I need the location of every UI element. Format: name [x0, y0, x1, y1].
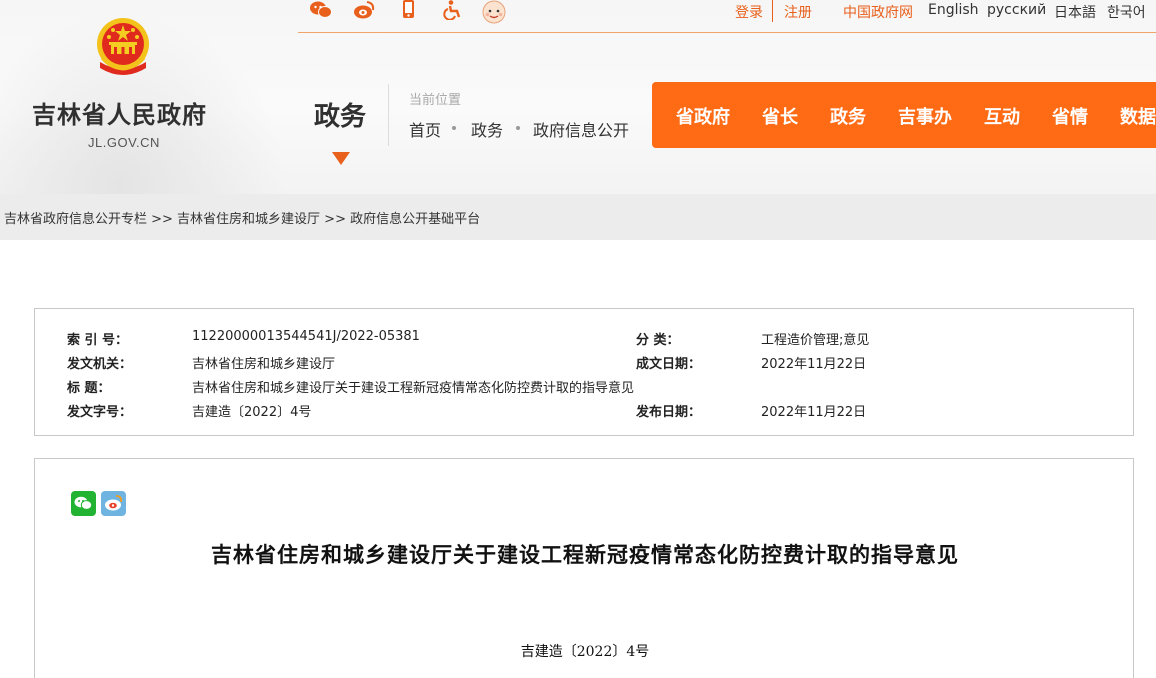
- breadcrumb-home[interactable]: 首页: [409, 117, 441, 141]
- article-title: 吉林省住房和城乡建设厅关于建设工程新冠疫情常态化防控费计取的指导意见: [211, 542, 959, 567]
- national-emblem-icon: [97, 18, 149, 75]
- issuer-label: 发文机关：: [67, 357, 133, 372]
- document-info-table: 索 引 号： 11220000013544541J/2022-05381 分 类…: [34, 308, 1134, 436]
- disclosure-breadcrumb-strip: 吉林省政府信息公开专栏 >> 吉林省住房和城乡建设厅 >> 政府信息公开基础平台: [0, 194, 1156, 240]
- weibo-icon[interactable]: [353, 0, 375, 20]
- breadcrumb-dot: [452, 126, 456, 130]
- index-value: 11220000013544541J/2022-05381: [192, 329, 420, 344]
- date-written-label: 成文日期：: [636, 357, 702, 372]
- section-arrow-icon: [332, 152, 350, 165]
- nav-item-governor[interactable]: 省长: [762, 103, 798, 129]
- china-gov-link[interactable]: 中国政府网: [843, 2, 913, 22]
- title-label: 标 题：: [67, 381, 111, 396]
- nav-item-affairs[interactable]: 政务: [830, 103, 866, 129]
- nav-item-province-info[interactable]: 省情: [1052, 103, 1088, 129]
- accessibility-icon[interactable]: [442, 0, 464, 20]
- publish-date-label: 发布日期：: [636, 405, 702, 420]
- wechat-icon[interactable]: [310, 0, 332, 20]
- top-bar-divider: [298, 32, 1156, 33]
- mobile-icon[interactable]: [398, 0, 420, 20]
- location-label: 当前位置: [409, 93, 462, 108]
- page-header: 吉林省人民政府 JL.GOV.CN 登录 注册 中国政府网 English ру…: [0, 0, 1156, 194]
- login-register-separator: [772, 0, 773, 22]
- breadcrumb-affairs[interactable]: 政务: [471, 117, 503, 141]
- article-doc-number: 吉建造〔2022〕4号: [520, 644, 650, 660]
- wechat-share-icon[interactable]: [71, 491, 96, 516]
- breadcrumb-dot: [516, 126, 520, 130]
- main-nav: 省政府 省长 政务 吉事办 互动 省情 数据: [652, 82, 1156, 148]
- title-value: 吉林省住房和城乡建设厅关于建设工程新冠疫情常态化防控费计取的指导意见: [192, 381, 635, 396]
- section-divider: [388, 84, 389, 146]
- baby-face-icon[interactable]: [481, 0, 507, 24]
- breadcrumb-info-disclosure[interactable]: 政府信息公开: [533, 117, 629, 141]
- section-title: 政务: [314, 102, 367, 132]
- site-url: JL.GOV.CN: [88, 135, 160, 150]
- category-value: 工程造价管理;意见: [761, 333, 870, 348]
- lang-english-link[interactable]: English: [928, 2, 979, 18]
- disclosure-breadcrumb[interactable]: 吉林省政府信息公开专栏 >> 吉林省住房和城乡建设厅 >> 政府信息公开基础平台: [4, 208, 480, 227]
- login-link[interactable]: 登录: [735, 2, 763, 22]
- weibo-share-icon[interactable]: [101, 491, 126, 516]
- issuer-value: 吉林省住房和城乡建设厅: [192, 357, 336, 372]
- register-link[interactable]: 注册: [784, 2, 812, 22]
- lang-japanese-link[interactable]: 日本語: [1054, 2, 1096, 22]
- lang-russian-link[interactable]: русский: [987, 2, 1046, 18]
- doc-number-label: 发文字号：: [67, 405, 133, 420]
- lang-korean-link[interactable]: 한국어: [1107, 2, 1146, 22]
- publish-date-value: 2022年11月22日: [761, 405, 867, 420]
- doc-number-value: 吉建造〔2022〕4号: [192, 405, 312, 420]
- nav-item-provincial-gov[interactable]: 省政府: [676, 103, 730, 129]
- category-label: 分 类：: [636, 333, 680, 348]
- nav-item-interaction[interactable]: 互动: [984, 103, 1020, 129]
- nav-item-data[interactable]: 数据: [1120, 103, 1156, 129]
- nav-item-jishiban[interactable]: 吉事办: [898, 103, 952, 129]
- article-body: 吉林省住房和城乡建设厅关于建设工程新冠疫情常态化防控费计取的指导意见 吉建造〔2…: [34, 458, 1134, 678]
- site-title[interactable]: 吉林省人民政府: [32, 95, 207, 130]
- index-label: 索 引 号：: [67, 333, 129, 348]
- date-written-value: 2022年11月22日: [761, 357, 867, 372]
